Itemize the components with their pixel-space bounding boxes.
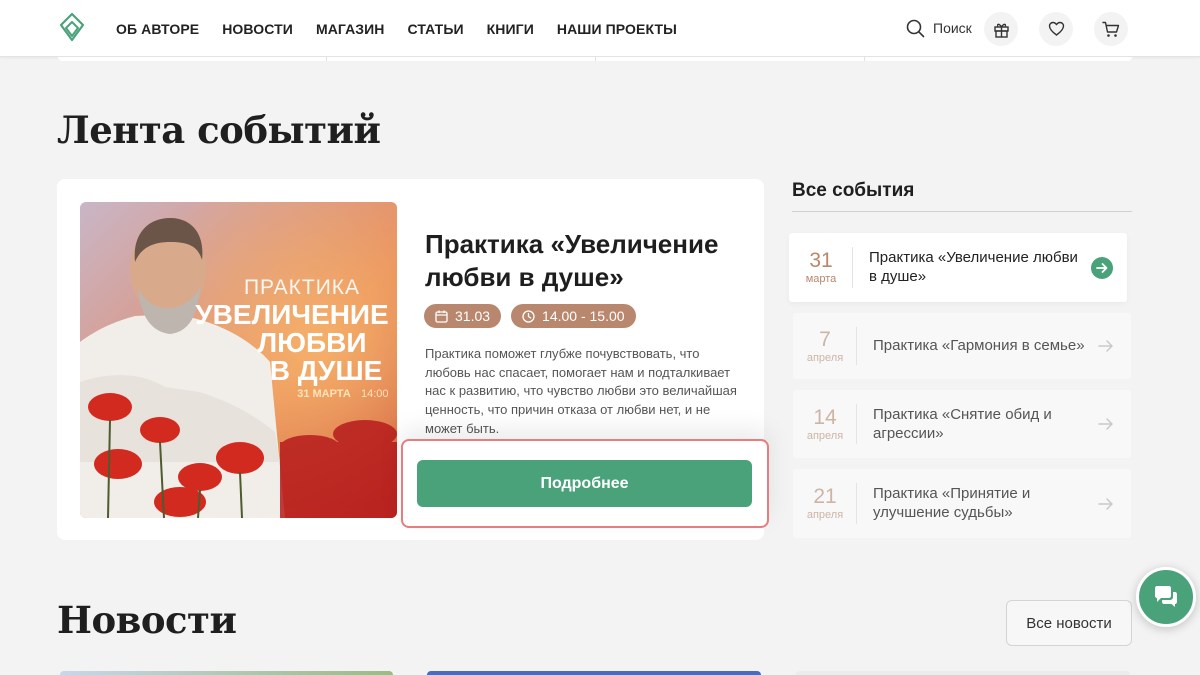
site-header: ОБ АВТОРЕ НОВОСТИ МАГАЗИН СТАТЬИ КНИГИ Н… xyxy=(0,0,1200,57)
chat-icon xyxy=(1155,586,1177,607)
leaf-logo-icon[interactable] xyxy=(58,12,86,42)
search-button[interactable]: Поиск xyxy=(906,18,972,38)
nav-articles[interactable]: СТАТЬИ xyxy=(408,21,464,37)
event-list-name: Практика «Гармония в семье» xyxy=(873,337,1085,354)
nav-about-author[interactable]: ОБ АВТОРЕ xyxy=(116,21,199,37)
clock-icon xyxy=(522,309,535,323)
event-poster-image[interactable]: ПРАКТИКА УВЕЛИЧЕНИЕ ЛЮБВИ В ДУШЕ 31 МАРТ… xyxy=(80,202,397,518)
event-list-month: марта xyxy=(805,273,837,285)
sidebar-divider xyxy=(792,211,1132,212)
cart-icon xyxy=(1102,21,1120,37)
event-description: Практика поможет глубже почувствовать, ч… xyxy=(425,346,737,436)
poster-line-1: ПРАКТИКА xyxy=(244,276,360,299)
news-card-peek xyxy=(796,671,1130,675)
event-list-date: 31 марта xyxy=(789,233,853,302)
arrow-right-icon[interactable] xyxy=(1095,335,1117,357)
event-list-item-3[interactable]: 14 апреля Практика «Снятие обид и агресс… xyxy=(793,390,1131,458)
more-details-button[interactable]: Подробнее xyxy=(417,460,752,507)
event-list-month: апреля xyxy=(806,429,844,442)
event-list-name: Практика «Снятие обид и агрессии» xyxy=(873,406,1052,442)
featured-event-title[interactable]: Практика «Увеличение любви в душе» xyxy=(425,228,745,294)
poster-line-4: В ДУШЕ xyxy=(270,355,383,386)
arrow-right-icon[interactable] xyxy=(1095,493,1117,515)
highlighted-more-button-frame: Подробнее xyxy=(401,439,769,528)
event-time-badge: 14.00 - 15.00 xyxy=(511,304,636,328)
all-news-button[interactable]: Все новости xyxy=(1006,600,1132,646)
news-card-peek xyxy=(427,671,761,675)
chat-button[interactable] xyxy=(1136,567,1196,627)
gift-icon xyxy=(993,23,1009,38)
nav-shop[interactable]: МАГАЗИН xyxy=(316,21,385,37)
event-list-name: Практика «Увеличение любви в душе» xyxy=(869,249,1078,285)
heart-icon xyxy=(1048,21,1064,36)
nav-news[interactable]: НОВОСТИ xyxy=(222,21,293,37)
event-list-date: 7 апреля xyxy=(793,313,857,379)
news-section-title: Новости xyxy=(57,598,237,642)
event-list-item-1[interactable]: 31 марта Практика «Увеличение любви в ду… xyxy=(789,233,1127,302)
event-list-day: 14 xyxy=(813,405,837,429)
favorites-button[interactable] xyxy=(1039,12,1073,46)
cart-button[interactable] xyxy=(1094,12,1128,46)
event-list-month: апреля xyxy=(806,351,844,364)
event-list-day: 7 xyxy=(819,327,831,351)
gift-button[interactable] xyxy=(984,12,1018,46)
calendar-icon xyxy=(435,310,448,323)
arrow-right-icon[interactable] xyxy=(1091,257,1113,279)
poster-line-3: ЛЮБВИ xyxy=(258,327,367,358)
event-list-item-4[interactable]: 21 апреля Практика «Принятие и улучшение… xyxy=(793,469,1131,538)
poster-time: 14:00 xyxy=(361,388,389,400)
search-label: Поиск xyxy=(933,20,972,36)
event-date-badge: 31.03 xyxy=(424,304,502,328)
event-list-date: 14 апреля xyxy=(793,390,857,458)
event-list-day: 31 xyxy=(809,249,833,272)
event-list-date: 21 апреля xyxy=(793,469,857,538)
events-section-title: Лента событий xyxy=(57,108,381,152)
main-nav: ОБ АВТОРЕ НОВОСТИ МАГАЗИН СТАТЬИ КНИГИ Н… xyxy=(116,0,677,57)
poster-date: 31 МАРТА xyxy=(297,388,351,400)
event-list-name: Практика «Принятие и улучшение судьбы» xyxy=(873,485,1031,521)
event-list-item-2[interactable]: 7 апреля Практика «Гармония в семье» xyxy=(793,313,1131,379)
nav-books[interactable]: КНИГИ xyxy=(487,21,534,37)
event-time: 14.00 - 15.00 xyxy=(542,308,625,324)
top-cards-strip xyxy=(58,57,1132,61)
all-events-link[interactable]: Все события xyxy=(792,180,914,202)
search-icon xyxy=(906,19,925,37)
event-date: 31.03 xyxy=(455,308,491,324)
nav-our-projects[interactable]: НАШИ ПРОЕКТЫ xyxy=(557,21,677,37)
event-list-day: 21 xyxy=(813,485,837,508)
arrow-right-icon[interactable] xyxy=(1095,413,1117,435)
poster-line-2: УВЕЛИЧЕНИЕ xyxy=(195,299,388,330)
event-badges: 31.03 14.00 - 15.00 xyxy=(424,304,636,328)
news-card-peek xyxy=(60,671,393,675)
event-list-month: апреля xyxy=(806,509,844,521)
